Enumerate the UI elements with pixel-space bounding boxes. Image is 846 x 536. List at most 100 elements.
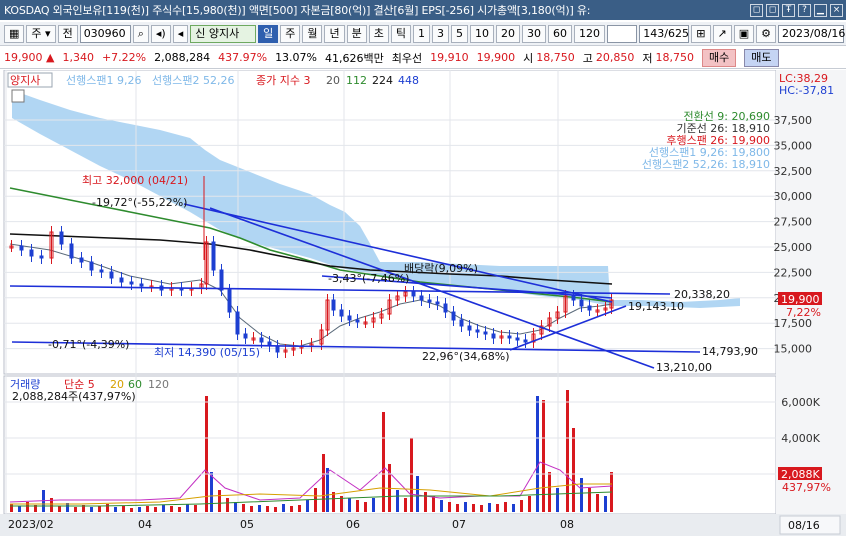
speaker-icon[interactable]: ◂) [150,24,171,43]
volume-bar [298,505,301,512]
period-minute-button[interactable]: 분 [346,24,367,43]
candle-body [119,277,124,283]
interval-120-button[interactable]: 120 [573,24,605,43]
volume-bar [424,492,427,512]
candle-body [435,301,440,305]
volume-bar [10,504,13,512]
close-button[interactable]: × [830,3,843,17]
period-second-button[interactable]: 초 [368,24,389,43]
candle-body [427,299,432,303]
interval-10-button[interactable]: 10 [469,24,494,43]
volume-bar [364,502,367,512]
save-icon[interactable]: ▣ [733,24,755,43]
candle-body [475,329,480,333]
volume-bar [512,504,515,512]
candle-body [259,337,264,343]
period-week-button[interactable]: 주 [280,24,301,43]
draw-tool-icon[interactable]: ↗ [712,24,732,43]
candle-body [419,295,424,301]
price-axis-label: 17,500 [774,317,813,330]
volume-bar [290,506,293,512]
stock-name-field[interactable]: 신 양지사 [190,24,257,43]
volume-bar [130,508,133,512]
volume-bar [154,507,157,512]
custom-interval-input[interactable] [606,24,638,43]
candle-body [523,339,528,343]
volume-bar [146,506,149,512]
legend-ma-224: 224 [372,74,393,87]
period-tick-button[interactable]: 틱 [390,24,411,43]
candle-body [69,243,74,259]
window-copy-button[interactable]: ◻ [766,3,779,17]
period-month-button[interactable]: 월 [302,24,323,43]
sell-button[interactable]: 매도 [744,48,779,67]
price-axis-label: 30,000 [774,190,813,203]
annotation-angle-1: -19,72°(-55,22%) [92,196,187,209]
interval-5-button[interactable]: 5 [450,24,468,43]
period-day-button[interactable]: 일 [258,24,279,43]
volume-bar [218,490,221,512]
candle-body [411,291,416,297]
candle-body [507,335,512,339]
volume-bar [496,504,499,512]
candle-body [243,333,248,339]
annotation-dividend: 배당락(9,09%) [404,262,478,275]
date-axis-label: 08 [560,518,574,531]
volume-bar [314,488,317,512]
gear-icon[interactable]: ⚙ [756,24,776,43]
ichimoku-span2: 선행스팬2 52,26: 18,910 [642,158,770,171]
market-select[interactable]: 전 [57,24,78,43]
window-pin-button[interactable]: ◻ [750,3,763,17]
legend-ma-448: 448 [398,74,419,87]
interval-60-button[interactable]: 60 [547,24,572,43]
volume-bar [138,507,141,512]
price-chart[interactable]: 최고 32,000 (04/21) 최저 14,390 (05/15) -19,… [0,70,846,536]
stock-info-text: KOSDAQ 외국인보유[119(천)] 주식수[15,980(천)] 액면[5… [4,4,591,17]
volume-legend-value: 2,088,284주(437,97%) [12,390,136,403]
candle-body [467,325,472,331]
period-year-button[interactable]: 년 [324,24,345,43]
date-axis-label: 06 [346,518,360,531]
interval-20-button[interactable]: 20 [495,24,520,43]
candle-body [227,289,232,313]
annotation-value-4: 13,210,00 [656,361,712,374]
period-select[interactable]: 주 ▾ [26,24,56,43]
volume-bar [90,507,93,512]
annotation-angle-3: -0,71°(-4,39%) [48,338,129,351]
stock-code-input[interactable]: 030960 [79,24,131,43]
volume-bar [548,472,551,512]
grid-menu-icon[interactable]: ▦ [4,24,25,43]
turnover-rate: 13.07% [275,51,318,64]
volume-bar [226,498,229,512]
prev-stock-button[interactable]: ◂ [172,24,189,43]
minimize-button[interactable]: ▁ [814,3,827,17]
help-button[interactable]: ? [798,3,811,17]
price-axis-label: 25,000 [774,241,813,254]
legend-ma-20: 20 [326,74,340,87]
date-input[interactable]: 2023/08/16 [778,24,845,43]
candle-body [459,319,464,327]
volume-bar [170,506,173,512]
annotation-low: 최저 14,390 (05/15) [154,346,260,359]
price-axis-label: 35,000 [774,139,813,152]
chart-config-icon[interactable]: ⊞ [691,24,711,43]
candle-body [491,333,496,339]
candle-body [275,345,280,353]
table-icon[interactable] [11,89,25,103]
buy-button[interactable]: 매수 [702,48,737,67]
interval-30-button[interactable]: 30 [521,24,546,43]
candle-body [443,303,448,313]
volume-legend-120: 120 [148,378,169,391]
page-count-field[interactable]: 143/625 [639,24,690,43]
volume-tag: 2,088K [781,468,820,481]
volume-bar [274,507,277,512]
volume-bar [556,488,559,512]
volume-bar [162,505,165,512]
volume-bar [580,478,583,512]
search-icon[interactable]: ⌕ [132,24,149,43]
interval-3-button[interactable]: 3 [431,24,449,43]
legend-span2: 선행스팬2 52,26 [152,74,234,87]
volume-bar [205,396,208,512]
window-fix-button[interactable]: Ŧ [782,3,795,17]
interval-1-button[interactable]: 1 [412,24,430,43]
